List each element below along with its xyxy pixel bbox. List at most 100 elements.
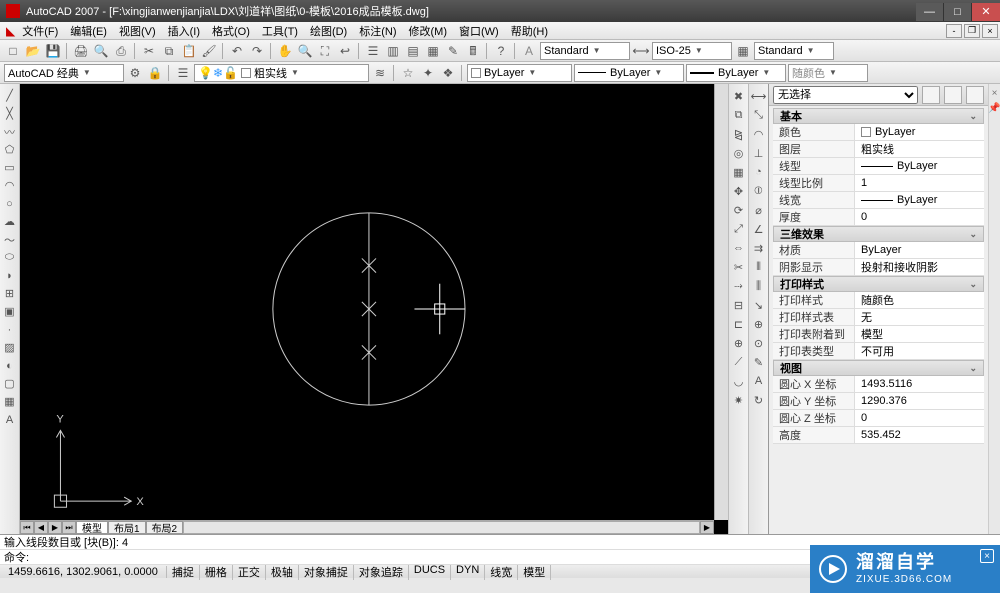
- erase-icon[interactable]: ✖: [730, 87, 748, 105]
- menu-draw[interactable]: 绘图(D): [305, 22, 352, 40]
- menu-format[interactable]: 格式(O): [207, 22, 255, 40]
- match-icon[interactable]: 🖌: [200, 42, 218, 60]
- lineweight-combo[interactable]: ByLayer▼: [686, 64, 786, 82]
- prop-value[interactable]: 0: [855, 209, 984, 225]
- calc-icon[interactable]: 🖩: [464, 42, 482, 60]
- prop-value[interactable]: 535.452: [855, 427, 984, 443]
- prop-row[interactable]: 颜色ByLayer: [773, 124, 984, 141]
- mdi-restore-button[interactable]: ❐: [964, 24, 980, 38]
- status-toggle[interactable]: 模型: [518, 564, 551, 580]
- prop-value[interactable]: 不可用: [855, 343, 984, 359]
- prop-row[interactable]: 打印表类型不可用: [773, 343, 984, 360]
- prop-group-header[interactable]: 视图⌄: [773, 360, 984, 376]
- prop-group-header[interactable]: 基本⌄: [773, 108, 984, 124]
- tab-layout2[interactable]: 布局2: [146, 521, 184, 534]
- prop-row[interactable]: 材质ByLayer: [773, 242, 984, 259]
- tab-first-button[interactable]: ⏮: [20, 521, 34, 534]
- tab-layout1[interactable]: 布局1: [108, 521, 146, 534]
- prop-value[interactable]: ByLayer: [855, 158, 984, 174]
- status-toggle[interactable]: 对象捕捉: [299, 564, 354, 580]
- menu-insert[interactable]: 插入(I): [163, 22, 205, 40]
- xline-icon[interactable]: ╳: [1, 105, 18, 122]
- break-pt-icon[interactable]: ⊟: [730, 296, 748, 314]
- status-toggle[interactable]: DUCS: [409, 564, 451, 580]
- dimupdate-icon[interactable]: ↻: [750, 391, 768, 409]
- tab-next-button[interactable]: ▶: [48, 521, 62, 534]
- textstyle-icon[interactable]: A: [520, 42, 538, 60]
- window-maximize-button[interactable]: □: [944, 3, 972, 21]
- break-icon[interactable]: ⊏: [730, 315, 748, 333]
- menu-tools[interactable]: 工具(T): [257, 22, 303, 40]
- palette-close-icon[interactable]: ×: [992, 88, 998, 99]
- menu-view[interactable]: 视图(V): [114, 22, 161, 40]
- properties-icon[interactable]: ☰: [364, 42, 382, 60]
- menu-window[interactable]: 窗口(W): [454, 22, 504, 40]
- mdi-minimize-button[interactable]: -: [946, 24, 962, 38]
- layer-tool3-icon[interactable]: ❖: [439, 64, 457, 82]
- layer-tool1-icon[interactable]: ☆: [399, 64, 417, 82]
- palette-pin-icon[interactable]: 📌: [988, 103, 1000, 114]
- menu-modify[interactable]: 修改(M): [404, 22, 453, 40]
- make-block-icon[interactable]: ▣: [1, 303, 18, 320]
- prop-row[interactable]: 打印表附着到模型: [773, 326, 984, 343]
- prop-value[interactable]: ByLayer: [855, 192, 984, 208]
- workspace-lock-icon[interactable]: 🔒: [146, 64, 164, 82]
- prop-value[interactable]: ByLayer: [855, 242, 984, 258]
- join-icon[interactable]: ⊕: [730, 334, 748, 352]
- table-style-combo[interactable]: Standard▼: [754, 42, 834, 60]
- menu-file[interactable]: 文件(F): [17, 22, 63, 40]
- plot-preview-icon[interactable]: 🔍: [92, 42, 110, 60]
- prop-row[interactable]: 图层粗实线: [773, 141, 984, 158]
- dim-radius-icon[interactable]: ◔: [750, 163, 768, 181]
- extend-icon[interactable]: ⤑: [730, 277, 748, 295]
- trim-icon[interactable]: ✂: [730, 258, 748, 276]
- revcloud-icon[interactable]: ☁: [1, 213, 18, 230]
- prop-value[interactable]: 1290.376: [855, 393, 984, 409]
- select-objects-icon[interactable]: [944, 86, 962, 104]
- offset-icon[interactable]: ◎: [730, 144, 748, 162]
- new-icon[interactable]: □: [4, 42, 22, 60]
- gradient-icon[interactable]: ◐: [1, 357, 18, 374]
- dim-linear-icon[interactable]: ⟷: [750, 87, 768, 105]
- rotate-icon[interactable]: ⟳: [730, 201, 748, 219]
- prop-row[interactable]: 线型ByLayer: [773, 158, 984, 175]
- tab-model[interactable]: 模型: [76, 521, 108, 534]
- dim-ord-icon[interactable]: ⊥: [750, 144, 768, 162]
- prop-value[interactable]: 随颜色: [855, 292, 984, 308]
- rectangle-icon[interactable]: ▭: [1, 159, 18, 176]
- prop-group-header[interactable]: 三维效果⌄: [773, 226, 984, 242]
- region-icon[interactable]: ▢: [1, 375, 18, 392]
- menu-dim[interactable]: 标注(N): [354, 22, 401, 40]
- chamfer-icon[interactable]: ⟋: [730, 353, 748, 371]
- selection-combo[interactable]: 无选择: [773, 86, 918, 104]
- prop-row[interactable]: 圆心 X 坐标1493.5116: [773, 376, 984, 393]
- prop-value[interactable]: 1493.5116: [855, 376, 984, 392]
- mdi-close-button[interactable]: ×: [982, 24, 998, 38]
- undo-icon[interactable]: ↶: [228, 42, 246, 60]
- arc-icon[interactable]: ◠: [1, 177, 18, 194]
- print-icon[interactable]: 🖨: [72, 42, 90, 60]
- tab-last-button[interactable]: ⏭: [62, 521, 76, 534]
- coordinates-readout[interactable]: 1459.6616, 1302.9061, 0.0000: [0, 566, 167, 578]
- layer-prev-icon[interactable]: ≋: [371, 64, 389, 82]
- tablestyle-icon[interactable]: ▦: [734, 42, 752, 60]
- center-mark-icon[interactable]: ⊙: [750, 334, 768, 352]
- dim-aligned-icon[interactable]: ⤡: [750, 106, 768, 124]
- prop-row[interactable]: 厚度0: [773, 209, 984, 226]
- prop-row[interactable]: 线宽ByLayer: [773, 192, 984, 209]
- prop-value[interactable]: 无: [855, 309, 984, 325]
- drawing-canvas[interactable]: Y X ⏮ ◀ ▶ ⏭ 模型 布局1 布局2 ▶: [20, 84, 728, 534]
- menu-edit[interactable]: 编辑(E): [65, 22, 112, 40]
- zoom-rt-icon[interactable]: 🔍: [296, 42, 314, 60]
- hscroll-right-button[interactable]: ▶: [700, 521, 714, 534]
- dim-cont-icon[interactable]: ⫼: [750, 277, 768, 295]
- markup-icon[interactable]: ✎: [444, 42, 462, 60]
- ellipse-arc-icon[interactable]: ◗: [1, 267, 18, 284]
- toggle-pickadd-icon[interactable]: [966, 86, 984, 104]
- layer-tool2-icon[interactable]: ✦: [419, 64, 437, 82]
- scale-icon[interactable]: ⤢: [730, 220, 748, 238]
- window-minimize-button[interactable]: —: [916, 3, 944, 21]
- prop-group-header[interactable]: 打印样式⌄: [773, 276, 984, 292]
- status-toggle[interactable]: DYN: [451, 564, 485, 580]
- menu-help[interactable]: 帮助(H): [506, 22, 553, 40]
